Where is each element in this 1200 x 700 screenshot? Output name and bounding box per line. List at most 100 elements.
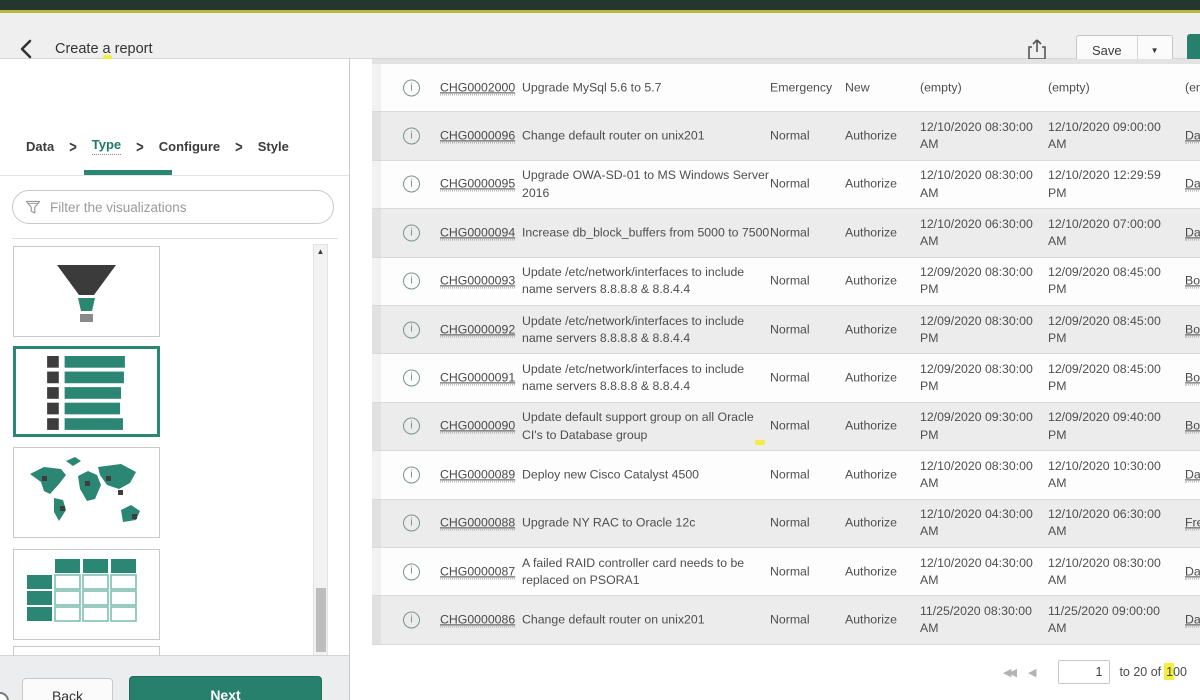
assigned-to-link: (em [1185,80,1200,94]
change-number-link[interactable]: CHG0000091 [440,370,515,385]
step-style[interactable]: Style [258,139,289,154]
state-cell: Authorize [845,224,915,241]
info-icon[interactable]: i [403,418,420,435]
info-icon[interactable]: i [403,321,420,338]
table-row: i CHG0000087 A failed RAID controller ca… [372,548,1200,596]
start-date-cell: 12/10/2020 08:30:00 AM [920,458,1042,492]
assigned-to-link[interactable]: Bow [1185,274,1200,289]
short-description-cell: Update /etc/network/interfaces to includ… [522,264,772,298]
assigned-to-link[interactable]: Dav [1185,467,1200,482]
short-description-cell: Upgrade NY RAC to Oracle 12c [522,515,772,532]
assigned-to-link[interactable]: Dav [1185,564,1200,579]
filter-input[interactable] [50,200,321,215]
priority-cell: Normal [770,224,836,241]
panel-footer: Back Next [0,655,349,700]
change-number-link[interactable]: CHG0000096 [440,128,515,143]
info-icon[interactable]: i [403,563,420,580]
short-description-cell: A failed RAID controller card needs to b… [522,554,772,588]
table-row: i CHG0000092 Update /etc/network/interfa… [372,306,1200,354]
step-type[interactable]: Type [92,137,121,155]
info-icon[interactable]: i [403,466,420,483]
pagination-range-label: to 20 of [1119,665,1161,679]
info-icon[interactable]: i [403,79,420,96]
visualization-list: ▲ ▼ [0,240,349,700]
change-number-link[interactable]: CHG0000094 [440,225,515,240]
priority-cell: Normal [770,176,836,193]
assigned-to-link[interactable]: Fre [1185,516,1200,531]
assigned-to-link[interactable]: Dav [1185,128,1200,143]
back-chevron-icon[interactable] [16,38,38,60]
start-date-cell: (empty) [920,79,1042,96]
state-cell: Authorize [845,418,915,435]
scroll-up-icon[interactable]: ▲ [314,247,327,256]
change-request-table: i CHG0002000 Upgrade MySql 5.6 to 5.7 Em… [372,64,1200,645]
state-cell: New [845,79,915,96]
assigned-to-link[interactable]: Dav [1185,177,1200,192]
prev-page-icon[interactable]: ◀ [1028,666,1036,679]
state-cell: Authorize [845,321,915,338]
info-icon[interactable]: i [403,515,420,532]
info-icon[interactable]: i [403,611,420,628]
state-cell: Authorize [845,466,915,483]
start-date-cell: 12/10/2020 08:30:00 AM [920,167,1042,201]
short-description-cell: Update /etc/network/interfaces to includ… [522,312,772,346]
table-row: i CHG0000094 Increase db_block_buffers f… [372,209,1200,257]
short-description-cell: Change default router on unix201 [522,127,772,144]
assigned-to-link[interactable]: Bow [1185,322,1200,337]
window-top-strip [0,0,1200,10]
table-row: i CHG0000093 Update /etc/network/interfa… [372,258,1200,306]
table-row: i CHG0000096 Change default router on un… [372,112,1200,160]
viz-tile-map[interactable] [13,447,160,538]
priority-cell: Normal [770,418,836,435]
info-icon[interactable]: i [403,370,420,387]
priority-cell: Normal [770,515,836,532]
viz-tile-heatmap[interactable] [13,549,160,640]
info-icon[interactable]: i [403,128,420,145]
short-description-cell: Upgrade MySql 5.6 to 5.7 [522,79,772,96]
viz-tile-funnel[interactable] [13,246,160,337]
assigned-to-link[interactable]: Dav [1185,612,1200,627]
change-number-link[interactable]: CHG0000088 [440,516,515,531]
short-description-cell: Increase db_block_buffers from 5000 to 7… [522,224,772,241]
back-button[interactable]: Back [22,678,113,700]
viz-list-scrollbar[interactable]: ▲ ▼ [313,244,328,700]
end-date-cell: 12/10/2020 12:29:59 PM [1048,167,1170,201]
scrollbar-thumb[interactable] [316,588,326,652]
next-button[interactable]: Next [129,676,322,700]
info-icon[interactable]: i [403,176,420,193]
report-designer-panel: Data > Type > Configure > Style [0,59,350,700]
first-page-icon[interactable]: ◀◀ [1003,666,1014,679]
assigned-to-link[interactable]: Bow [1185,370,1200,385]
start-date-cell: 12/09/2020 09:30:00 PM [920,409,1042,443]
change-number-link[interactable]: CHG0000087 [440,564,515,579]
change-number-link[interactable]: CHG0000093 [440,274,515,289]
change-number-link[interactable]: CHG0000090 [440,419,515,434]
change-number-link[interactable]: CHG0000092 [440,322,515,337]
end-date-cell: 12/10/2020 10:30:00 AM [1048,458,1170,492]
change-number-link[interactable]: CHG0000095 [440,177,515,192]
info-icon[interactable]: i [403,224,420,241]
viz-tile-bar-list[interactable] [13,346,160,437]
short-description-cell: Deploy new Cisco Catalyst 4500 [522,466,772,483]
priority-cell: Normal [770,321,836,338]
assigned-to-link[interactable]: Dav [1185,225,1200,240]
end-date-cell: 12/10/2020 08:30:00 AM [1048,554,1170,588]
short-description-cell: Update /etc/network/interfaces to includ… [522,361,772,395]
step-configure[interactable]: Configure [159,139,220,154]
table-row: i CHG0000086 Change default router on un… [372,596,1200,644]
table-row: i CHG0000089 Deploy new Cisco Catalyst 4… [372,451,1200,499]
end-date-cell: (empty) [1048,79,1170,96]
page-number-input[interactable] [1058,660,1110,684]
table-row: i CHG0000088 Upgrade NY RAC to Oracle 12… [372,500,1200,548]
change-number-link[interactable]: CHG0000089 [440,467,515,482]
short-description-cell: Update default support group on all Orac… [522,409,772,443]
assigned-to-link[interactable]: Bow [1185,419,1200,434]
active-step-underline [84,170,172,175]
step-data[interactable]: Data [26,139,54,154]
start-date-cell: 12/10/2020 08:30:00 AM [920,119,1042,153]
end-date-cell: 12/09/2020 08:45:00 PM [1048,264,1170,298]
change-number-link[interactable]: CHG0002000 [440,80,515,95]
priority-cell: Normal [770,611,836,628]
change-number-link[interactable]: CHG0000086 [440,612,515,627]
info-icon[interactable]: i [403,273,420,290]
